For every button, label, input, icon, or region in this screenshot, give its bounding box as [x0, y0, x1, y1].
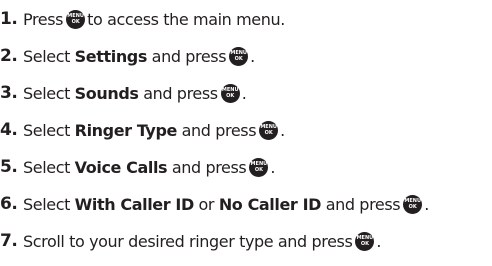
step-end: .	[250, 46, 255, 66]
instruction-steps: 1. Press MENU OK to access the main menu.…	[0, 0, 492, 266]
step-text-b: and press	[143, 83, 218, 103]
step-bold-term-2: No Caller ID	[218, 194, 322, 214]
step-text-b: and press	[181, 120, 257, 140]
menu-ok-key-icon: MENU OK	[355, 231, 375, 251]
step-text-mid: or	[198, 194, 215, 214]
step-text-b: and press	[171, 157, 247, 177]
step-number: 6.	[0, 194, 18, 214]
step-text-b: and press	[325, 194, 401, 214]
step-number: 1.	[0, 9, 18, 29]
step-5: 5. Select Voice Calls and press MENU OK.	[0, 154, 275, 180]
menu-ok-key-icon: MENU OK	[249, 157, 269, 177]
step-end: .	[241, 83, 247, 103]
step-end: .	[424, 194, 429, 214]
step-text-b: to access the main menu.	[87, 9, 285, 29]
step-text-a: Select	[23, 194, 70, 214]
step-3: 3. Select Sounds and press MENU OK.	[0, 80, 247, 106]
step-bold-term: With Caller ID	[74, 194, 195, 214]
step-number: 5.	[0, 157, 18, 177]
menu-ok-key-icon: MENU OK	[403, 194, 423, 214]
step-end: .	[270, 157, 276, 177]
step-text-a: Select	[23, 157, 70, 177]
step-4: 4. Select Ringer Type and press MENU OK.	[0, 117, 285, 143]
menu-ok-key-icon: MENU OK	[66, 9, 86, 29]
step-1: 1. Press MENU OK to access the main menu.	[0, 6, 285, 32]
step-text-a: Press	[23, 9, 64, 29]
step-text-b: and press	[151, 46, 227, 66]
step-end: .	[376, 231, 382, 251]
menu-ok-key-icon: MENU OK	[259, 120, 279, 140]
step-text-a: Select	[23, 46, 70, 66]
step-bold-term: Ringer Type	[74, 120, 178, 140]
step-bold-term: Voice Calls	[74, 157, 168, 177]
step-number: 2.	[0, 46, 18, 66]
step-bold-term: Settings	[74, 46, 148, 66]
step-6: 6. Select With Caller ID or No Caller ID…	[0, 191, 429, 217]
step-bold-term: Sounds	[74, 83, 139, 103]
step-7: 7. Scroll to your desired ringer type an…	[0, 228, 381, 254]
step-end: .	[280, 120, 285, 140]
menu-ok-key-icon: MENU OK	[220, 83, 240, 103]
step-number: 4.	[0, 120, 18, 140]
step-text-a: Select	[23, 120, 70, 140]
menu-ok-key-icon: MENU OK	[229, 46, 249, 66]
step-text-a: Scroll to your desired ringer type and p…	[23, 231, 353, 251]
step-text-a: Select	[23, 83, 70, 103]
step-number: 3.	[0, 83, 18, 103]
step-number: 7.	[0, 231, 18, 251]
step-2: 2. Select Settings and press MENU OK.	[0, 43, 255, 69]
